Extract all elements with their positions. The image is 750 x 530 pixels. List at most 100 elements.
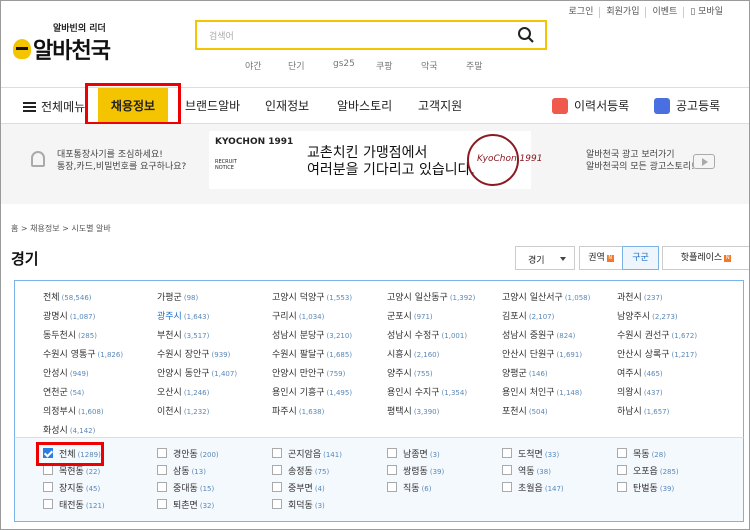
keyword[interactable]: 쿠팡 [376, 59, 421, 72]
scam-warning[interactable]: 대포통장사기를 조심하세요! 통장,카드,비밀번호를 요구하나요? [31, 149, 186, 173]
search-input[interactable]: 검색어 [209, 29, 234, 42]
district-item[interactable]: 안산시 상록구 (1,217) [617, 347, 697, 360]
district-item[interactable]: 군포시 (971) [387, 309, 433, 322]
signup-link[interactable]: 회원가입 [599, 7, 645, 18]
district-item[interactable]: 고양시 덕양구 (1,553) [272, 290, 352, 303]
district-item[interactable]: 이천시 (1,232) [157, 404, 209, 417]
district-item[interactable]: 화성시 (4,142) [43, 423, 95, 436]
event-link[interactable]: 이벤트 [645, 7, 683, 18]
checkbox[interactable] [43, 499, 53, 509]
district-item[interactable]: 남양주시 (2,273) [617, 309, 678, 322]
ad-register-button[interactable]: 공고등록 [654, 97, 720, 114]
district-item[interactable]: 과천시 (237) [617, 290, 663, 303]
dong-item[interactable]: 오포읍 (285) [617, 464, 679, 477]
tab-talent[interactable]: 인재정보 [265, 88, 309, 124]
dong-item[interactable]: 중부면 (4) [272, 481, 325, 494]
district-item[interactable]: 성남시 수정구 (1,001) [387, 328, 467, 341]
region-select[interactable]: 경기 [515, 246, 575, 270]
tab-area[interactable]: 권역 N [579, 246, 623, 270]
checkbox[interactable] [387, 448, 397, 458]
tab-district[interactable]: 구군 [622, 246, 659, 270]
checkbox[interactable] [502, 448, 512, 458]
district-item[interactable]: 김포시 (2,107) [502, 309, 554, 322]
play-icon[interactable] [693, 154, 715, 169]
dong-item[interactable]: 역동 (38) [502, 464, 551, 477]
district-item[interactable]: 동두천시 (285) [43, 328, 97, 341]
dong-item[interactable]: 탄벌동 (39) [617, 481, 674, 494]
district-item[interactable]: 고양시 일산서구 (1,058) [502, 290, 590, 303]
dong-item[interactable]: 경안동 (200) [157, 447, 219, 460]
dong-item[interactable]: 초월읍 (147) [502, 481, 564, 494]
district-item[interactable]: 수원시 영통구 (1,826) [43, 347, 123, 360]
checkbox[interactable] [617, 482, 627, 492]
tab-brand[interactable]: 브랜드알바 [185, 88, 240, 124]
ad-story-link[interactable]: 알바천국 광고 보러가기 알바천국의 모든 광고스토리! [586, 149, 695, 173]
login-link[interactable]: 로그인 [563, 7, 600, 18]
district-item[interactable]: 용인시 기흥구 (1,495) [272, 385, 352, 398]
district-item[interactable]: 용인시 수지구 (1,354) [387, 385, 467, 398]
district-item[interactable]: 광명시 (1,087) [43, 309, 95, 322]
checkbox[interactable] [272, 465, 282, 475]
dong-item[interactable]: 태전동 (121) [43, 498, 105, 511]
checkbox[interactable] [157, 482, 167, 492]
district-item[interactable]: 시흥시 (2,160) [387, 347, 439, 360]
dong-item[interactable]: 남종면 (3) [387, 447, 440, 460]
district-item[interactable]: 용인시 처인구 (1,148) [502, 385, 582, 398]
district-item[interactable]: 포천시 (504) [502, 404, 548, 417]
checkbox[interactable] [157, 465, 167, 475]
dong-item[interactable]: 삼동 (13) [157, 464, 206, 477]
district-item[interactable]: 안양시 동안구 (1,407) [157, 366, 237, 379]
search-box[interactable]: 검색어 [195, 20, 547, 50]
district-item[interactable]: 여주시 (465) [617, 366, 663, 379]
dong-item[interactable]: 퇴촌면 (32) [157, 498, 214, 511]
tab-story[interactable]: 알바스토리 [337, 88, 392, 124]
checkbox[interactable] [272, 482, 282, 492]
checkbox[interactable] [43, 482, 53, 492]
district-item[interactable]: 수원시 장안구 (939) [157, 347, 230, 360]
district-item[interactable]: 수원시 팔달구 (1,685) [272, 347, 352, 360]
checkbox[interactable] [272, 448, 282, 458]
district-item[interactable]: 평택시 (3,390) [387, 404, 439, 417]
dong-item[interactable]: 송정동 (75) [272, 464, 329, 477]
district-item[interactable]: 구리시 (1,034) [272, 309, 324, 322]
district-item[interactable]: 오산시 (1,246) [157, 385, 209, 398]
resume-register-button[interactable]: 이력서등록 [552, 97, 629, 114]
checkbox[interactable] [157, 448, 167, 458]
keyword[interactable]: 단기 [288, 59, 333, 72]
district-item[interactable]: 안성시 (949) [43, 366, 89, 379]
checkbox[interactable] [617, 448, 627, 458]
district-item[interactable]: 하남시 (1,657) [617, 404, 669, 417]
district-item[interactable]: 고양시 일산동구 (1,392) [387, 290, 475, 303]
district-item[interactable]: 연천군 (54) [43, 385, 84, 398]
dong-item[interactable]: 회덕동 (3) [272, 498, 325, 511]
keyword[interactable]: gs25 [333, 59, 376, 72]
district-item[interactable]: 광주시 (1,643) [157, 309, 209, 322]
district-item[interactable]: 양주시 (755) [387, 366, 433, 379]
district-item[interactable]: 양평군 (146) [502, 366, 548, 379]
district-item[interactable]: 부천시 (3,517) [157, 328, 209, 341]
checkbox[interactable] [502, 465, 512, 475]
all-menu-button[interactable]: 전체메뉴 [23, 98, 85, 115]
dong-item[interactable]: 직동 (6) [387, 481, 431, 494]
tab-hotplace[interactable]: 핫플레이스 N [662, 246, 749, 270]
district-item[interactable]: 파주시 (1,638) [272, 404, 324, 417]
district-item[interactable]: 성남시 중원구 (824) [502, 328, 575, 341]
checkbox[interactable] [387, 465, 397, 475]
search-icon[interactable] [517, 26, 535, 44]
checkbox[interactable] [502, 482, 512, 492]
keyword[interactable]: 주말 [466, 59, 483, 72]
checkbox[interactable] [387, 482, 397, 492]
district-item[interactable]: 의정부시 (1,608) [43, 404, 104, 417]
checkbox[interactable] [272, 499, 282, 509]
checkbox[interactable] [157, 499, 167, 509]
dong-item[interactable]: 중대동 (15) [157, 481, 214, 494]
checkbox[interactable] [43, 465, 53, 475]
keyword[interactable]: 악국 [421, 59, 466, 72]
ad-banner[interactable]: KYOCHON 1991 RECRUIT NOTICE 교촌치킨 가맹점에서 여… [209, 131, 542, 189]
district-item[interactable]: 안양시 만안구 (759) [272, 366, 345, 379]
checkbox[interactable] [617, 465, 627, 475]
tab-support[interactable]: 고객지원 [418, 88, 462, 124]
dong-item[interactable]: 곤지암읍 (141) [272, 447, 342, 460]
keyword[interactable]: 야간 [245, 59, 288, 72]
dong-item[interactable]: 장지동 (45) [43, 481, 100, 494]
